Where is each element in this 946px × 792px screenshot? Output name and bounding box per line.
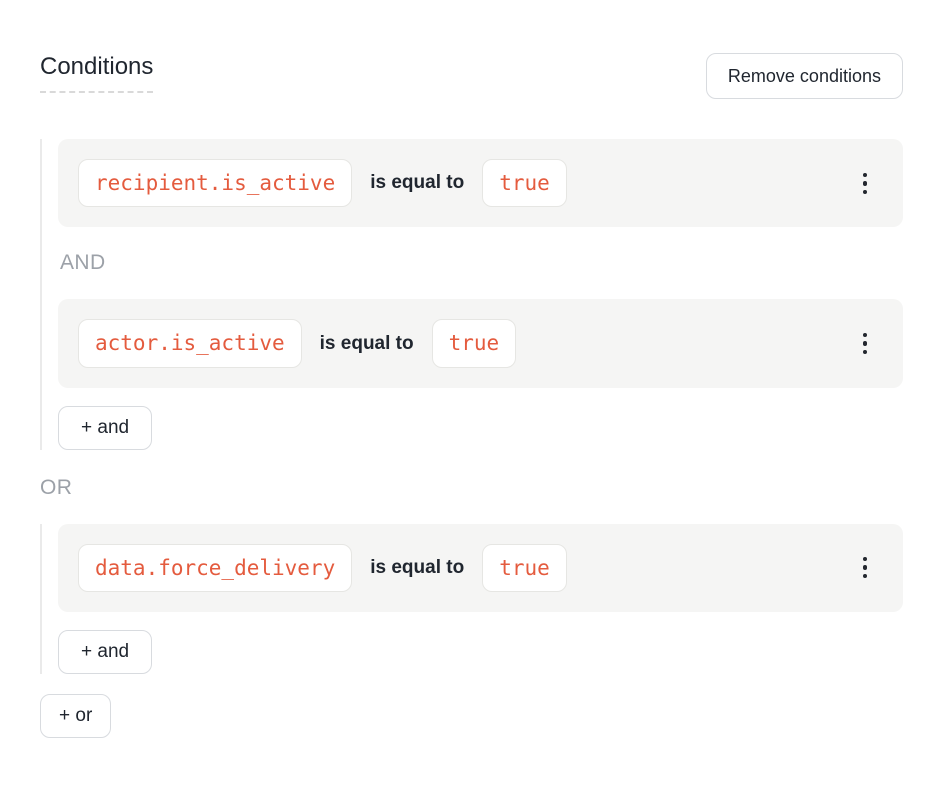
condition-operator: is equal to xyxy=(370,557,464,579)
condition-menu-button[interactable] xyxy=(845,161,885,205)
condition-field-pill[interactable]: recipient.is_active xyxy=(78,159,352,207)
condition-field-pill[interactable]: actor.is_active xyxy=(78,319,302,367)
condition-value-pill[interactable]: true xyxy=(482,544,567,592)
condition-row: data.force_delivery is equal to true xyxy=(58,524,903,612)
condition-operator: is equal to xyxy=(320,333,414,355)
add-and-condition-button[interactable]: + and xyxy=(58,630,152,674)
condition-value-pill[interactable]: true xyxy=(432,319,517,367)
condition-menu-button[interactable] xyxy=(845,546,885,590)
kebab-menu-icon xyxy=(863,350,868,355)
kebab-menu-icon xyxy=(863,333,868,338)
kebab-menu-icon xyxy=(863,181,868,186)
kebab-menu-icon xyxy=(863,565,868,570)
condition-group-1: recipient.is_active is equal to true AND… xyxy=(40,139,903,449)
condition-row: actor.is_active is equal to true xyxy=(58,299,903,387)
kebab-menu-icon xyxy=(863,557,868,562)
page-title: Conditions xyxy=(40,53,153,93)
kebab-menu-icon xyxy=(863,190,868,195)
condition-field-pill[interactable]: data.force_delivery xyxy=(78,544,352,592)
add-and-condition-button[interactable]: + and xyxy=(58,406,152,450)
conditions-panel: Conditions Remove conditions recipient.i… xyxy=(0,0,946,792)
or-joiner-label: OR xyxy=(40,476,903,500)
add-or-group-button[interactable]: + or xyxy=(40,694,111,738)
header: Conditions Remove conditions xyxy=(40,53,903,99)
condition-operator: is equal to xyxy=(370,172,464,194)
condition-menu-button[interactable] xyxy=(845,322,885,366)
kebab-menu-icon xyxy=(863,173,868,178)
kebab-menu-icon xyxy=(863,341,868,346)
kebab-menu-icon xyxy=(863,574,868,579)
condition-group-2: data.force_delivery is equal to true + a… xyxy=(40,524,903,674)
condition-value-pill[interactable]: true xyxy=(482,159,567,207)
condition-row: recipient.is_active is equal to true xyxy=(58,139,903,227)
remove-conditions-button[interactable]: Remove conditions xyxy=(706,53,903,99)
and-joiner-label: AND xyxy=(60,251,903,275)
